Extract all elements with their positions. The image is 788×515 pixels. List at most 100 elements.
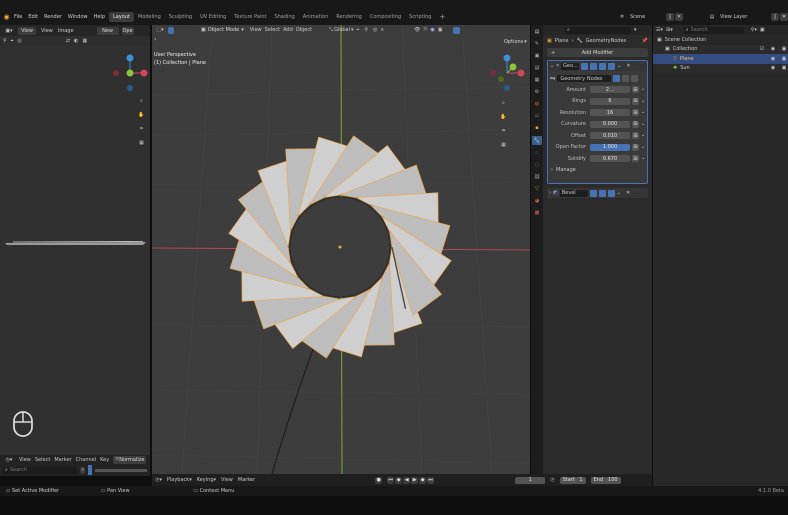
- proportional-icon[interactable]: ◎: [373, 27, 377, 33]
- tab-shading[interactable]: Shading: [270, 12, 298, 22]
- pivot-icon[interactable]: ⌖: [357, 27, 360, 33]
- node-group-field[interactable]: Geometry Nodes: [557, 75, 612, 82]
- scene-tab-icon[interactable]: ⚙: [535, 88, 539, 96]
- material-tab-icon[interactable]: ◕: [535, 197, 539, 205]
- solid-shading-icon[interactable]: [453, 26, 461, 34]
- tool-tab-icon[interactable]: ✎: [535, 40, 539, 48]
- playback-menu[interactable]: Playback ▾: [167, 477, 192, 483]
- camera-render-icon[interactable]: ▣: [780, 56, 788, 62]
- editor-type-icon[interactable]: ⬚▾: [155, 27, 165, 33]
- menu-add[interactable]: Add: [283, 27, 293, 33]
- toolbar-toggle-icon[interactable]: ›: [154, 36, 162, 45]
- zoom-icon[interactable]: ⌕: [499, 98, 508, 107]
- collapse-chevron-icon[interactable]: ⌄: [550, 63, 554, 69]
- constraints-tab-icon[interactable]: ⛓: [534, 173, 540, 181]
- 3d-viewport[interactable]: ⬚▾ ▣ Object Mode ▾ View Select Add Objec…: [152, 25, 530, 474]
- input-value-field[interactable]: 2…: [590, 86, 630, 94]
- render-tab-icon[interactable]: ▣: [535, 52, 540, 60]
- cage-toggle-icon[interactable]: [608, 62, 616, 70]
- dropdown-icon[interactable]: ⌄: [617, 190, 621, 196]
- orientation-dropdown[interactable]: ⤡ Global ▾: [329, 27, 353, 33]
- perspective-grid-icon[interactable]: ▦: [499, 140, 508, 149]
- dope-sheet-search-input[interactable]: ⌕ Search: [3, 466, 78, 474]
- timeline-scrollbar[interactable]: [95, 468, 147, 472]
- input-value-field[interactable]: 0.000: [590, 120, 630, 128]
- editor-type-icon[interactable]: ☰▾: [656, 27, 663, 33]
- menu-render[interactable]: Render: [41, 12, 65, 22]
- input-value-field[interactable]: 6: [590, 97, 630, 105]
- input-value-field[interactable]: 0.010: [590, 132, 630, 140]
- particles-tab-icon[interactable]: ∴: [535, 149, 538, 157]
- proportional-falloff-icon[interactable]: ∧: [380, 27, 384, 33]
- view-layer-selector[interactable]: ▤ View Layer ▯ ✕: [708, 12, 788, 21]
- display-icon[interactable]: ▦: [82, 38, 87, 44]
- output-tab-icon[interactable]: ▤: [535, 64, 540, 72]
- select-intersect-icon[interactable]: [189, 26, 195, 34]
- tab-animation[interactable]: Animation: [299, 12, 333, 22]
- menu-object[interactable]: Object: [296, 27, 312, 33]
- tab-sculpting[interactable]: Sculpting: [165, 12, 196, 22]
- outliner-item[interactable]: ▽ Plane ◉ ▣: [653, 54, 788, 64]
- keyframe-dot-icon[interactable]: •: [642, 133, 644, 138]
- world-tab-icon[interactable]: ◍: [535, 100, 539, 108]
- rendered-shading-icon[interactable]: [469, 26, 477, 34]
- input-value-field[interactable]: 0.670: [590, 155, 630, 163]
- jump-keyframe-forward-icon[interactable]: ◆: [419, 476, 427, 484]
- menu-key[interactable]: Key: [100, 457, 109, 463]
- input-value-field[interactable]: 1.000: [590, 143, 630, 151]
- navigation-gizmo[interactable]: [487, 53, 527, 93]
- keyframe-dot-icon[interactable]: •: [642, 145, 644, 150]
- exclude-checkbox-icon[interactable]: ☑: [758, 46, 766, 52]
- menu-view[interactable]: View: [221, 477, 233, 483]
- auto-keying-icon[interactable]: ●: [375, 476, 383, 484]
- manage-subpanel[interactable]: › Manage: [548, 165, 647, 175]
- material-shading-icon[interactable]: [461, 26, 469, 34]
- texture-tab-icon[interactable]: ▩: [535, 209, 540, 217]
- duplicate-icon[interactable]: [622, 75, 630, 82]
- image-editor-gizmo[interactable]: [110, 53, 150, 93]
- xray-icon[interactable]: ▣: [438, 27, 443, 33]
- new-collection-icon[interactable]: ▣: [760, 27, 765, 33]
- options-dropdown[interactable]: Options ▾: [501, 37, 530, 46]
- edit-mode-toggle-icon[interactable]: [589, 189, 597, 197]
- modifier-name-field[interactable]: Bevel: [559, 189, 588, 197]
- pivot-icon[interactable]: ⌖: [11, 38, 14, 44]
- menu-edit[interactable]: Edit: [25, 12, 41, 22]
- dope-sheet[interactable]: ◷▾ View Select Marker Channel Key ⤧ Norm…: [0, 455, 150, 476]
- attribute-toggle-icon[interactable]: ⊞: [632, 86, 639, 94]
- input-value-field[interactable]: 16: [590, 109, 630, 117]
- menu-marker[interactable]: Marker: [238, 477, 255, 483]
- editor-type-icon[interactable]: ▣▾: [3, 28, 15, 34]
- tab-compositing[interactable]: Compositing: [366, 12, 405, 22]
- data-tab-icon[interactable]: ▽: [535, 185, 539, 193]
- zoom-icon[interactable]: ⌕: [137, 96, 146, 105]
- outliner-search-input[interactable]: ⌕ Search: [683, 26, 744, 34]
- modifier-name-field[interactable]: Geo...: [561, 62, 580, 70]
- select-subtract-icon[interactable]: [182, 26, 188, 34]
- menu-channel[interactable]: Channel: [76, 457, 97, 463]
- snap-icon[interactable]: ⚲: [3, 38, 7, 44]
- visibility-eye-icon[interactable]: ◉: [769, 65, 777, 71]
- node-tree-icon[interactable]: ⌗▾: [550, 76, 555, 82]
- render-toggle-icon[interactable]: [607, 189, 615, 197]
- editor-type-icon[interactable]: ▤: [535, 28, 540, 36]
- unlink-icon[interactable]: [631, 75, 639, 82]
- add-workspace-icon[interactable]: +: [435, 12, 449, 22]
- attribute-toggle-icon[interactable]: ⊞: [632, 97, 639, 105]
- attribute-toggle-icon[interactable]: ⊞: [632, 155, 639, 163]
- fake-user-icon[interactable]: [613, 75, 621, 82]
- camera-view-icon[interactable]: ⌗: [499, 126, 508, 135]
- menu-image[interactable]: Image: [58, 28, 74, 34]
- playhead-marker[interactable]: [88, 465, 93, 475]
- camera-render-icon[interactable]: ▣: [780, 46, 788, 52]
- menu-window[interactable]: Window: [65, 12, 91, 22]
- tab-modeling[interactable]: Modeling: [134, 12, 165, 22]
- tab-scripting[interactable]: Scripting: [405, 12, 435, 22]
- visibility-icon[interactable]: 👁: [414, 27, 420, 33]
- filter-icon[interactable]: ⚲▾: [751, 27, 757, 33]
- dropdown-icon[interactable]: ⌄: [617, 63, 621, 69]
- viewport-toggle-icon[interactable]: [598, 189, 606, 197]
- view-dropdown[interactable]: View: [18, 26, 36, 35]
- gizmo-icon[interactable]: ⤧: [423, 27, 427, 33]
- view-layer-tab-icon[interactable]: ▦: [535, 76, 540, 84]
